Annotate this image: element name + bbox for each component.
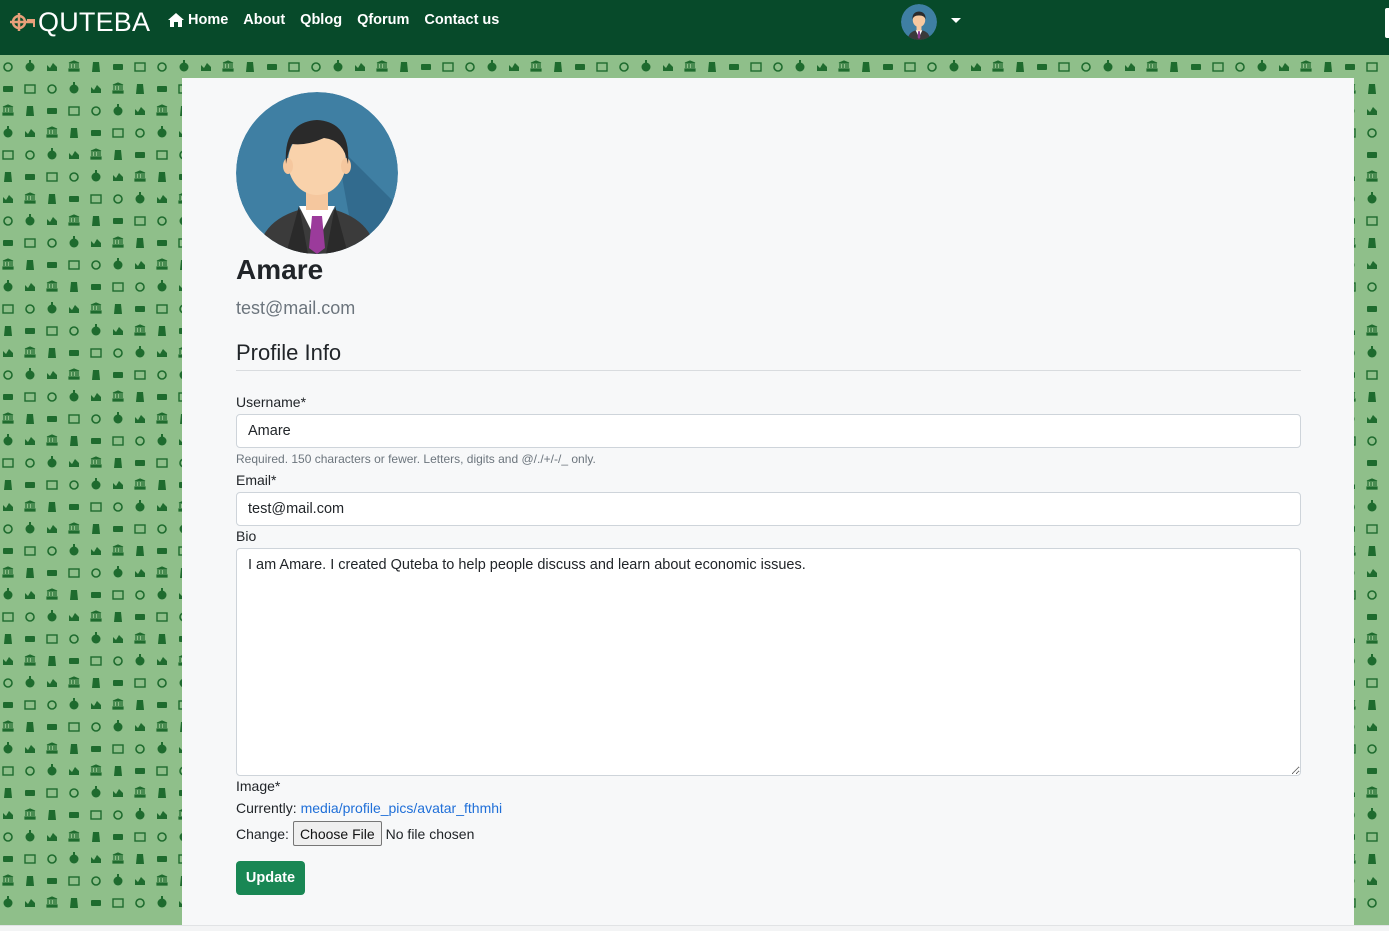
brand[interactable]: QUTEBA — [8, 5, 150, 39]
no-file-text: No file chosen — [385, 825, 475, 842]
user-menu[interactable] — [901, 4, 961, 40]
bottom-strip — [0, 925, 1389, 931]
image-label: Image* — [236, 778, 281, 794]
nav-home[interactable]: Home — [168, 12, 228, 28]
profile-avatar — [236, 92, 398, 254]
nav-qblog[interactable]: Qblog — [300, 12, 342, 28]
nav-home-label: Home — [188, 12, 229, 28]
section-title: Profile Info — [236, 340, 342, 365]
nav-avatar[interactable] — [901, 4, 937, 40]
username-input[interactable] — [236, 414, 1301, 448]
username-label: Username* — [236, 394, 307, 410]
nav-about[interactable]: About — [243, 12, 285, 28]
choose-file-button[interactable]: Choose File — [292, 821, 382, 846]
home-icon — [168, 13, 184, 27]
bio-textarea[interactable]: I am Amare. I created Quteba to help peo… — [236, 548, 1301, 776]
chevron-down-icon[interactable] — [951, 18, 961, 23]
nav-qforum[interactable]: Qforum — [357, 12, 409, 28]
main-nav: Home About Qblog Qforum Contact us — [168, 12, 499, 28]
change-label: Change: — [236, 825, 289, 842]
profile-email: test@mail.com — [236, 298, 356, 318]
section-divider — [236, 370, 1301, 371]
navbar: QUTEBA Home About Qblog Qforum Contact u… — [0, 0, 1389, 55]
brand-logo-icon — [10, 13, 35, 31]
profile-name: Amare — [236, 254, 324, 285]
update-button[interactable]: Update — [236, 861, 305, 895]
change-image-line: Change: Choose File No file chosen — [236, 821, 474, 846]
currently-label: Currently: — [236, 800, 297, 816]
scroll-edge — [1385, 8, 1389, 38]
bio-label: Bio — [236, 528, 257, 544]
profile-panel: Amare test@mail.com Profile Info Usernam… — [182, 78, 1354, 926]
email-label: Email* — [236, 472, 277, 488]
brand-name: QUTEBA — [38, 6, 151, 37]
username-help-text: Required. 150 characters or fewer. Lette… — [236, 452, 596, 466]
email-input[interactable] — [236, 492, 1301, 526]
current-image-line: Currently: media/profile_pics/avatar_fth… — [236, 800, 502, 816]
nav-contact[interactable]: Contact us — [424, 12, 499, 28]
current-image-link[interactable]: media/profile_pics/avatar_fthmhi — [301, 800, 503, 816]
